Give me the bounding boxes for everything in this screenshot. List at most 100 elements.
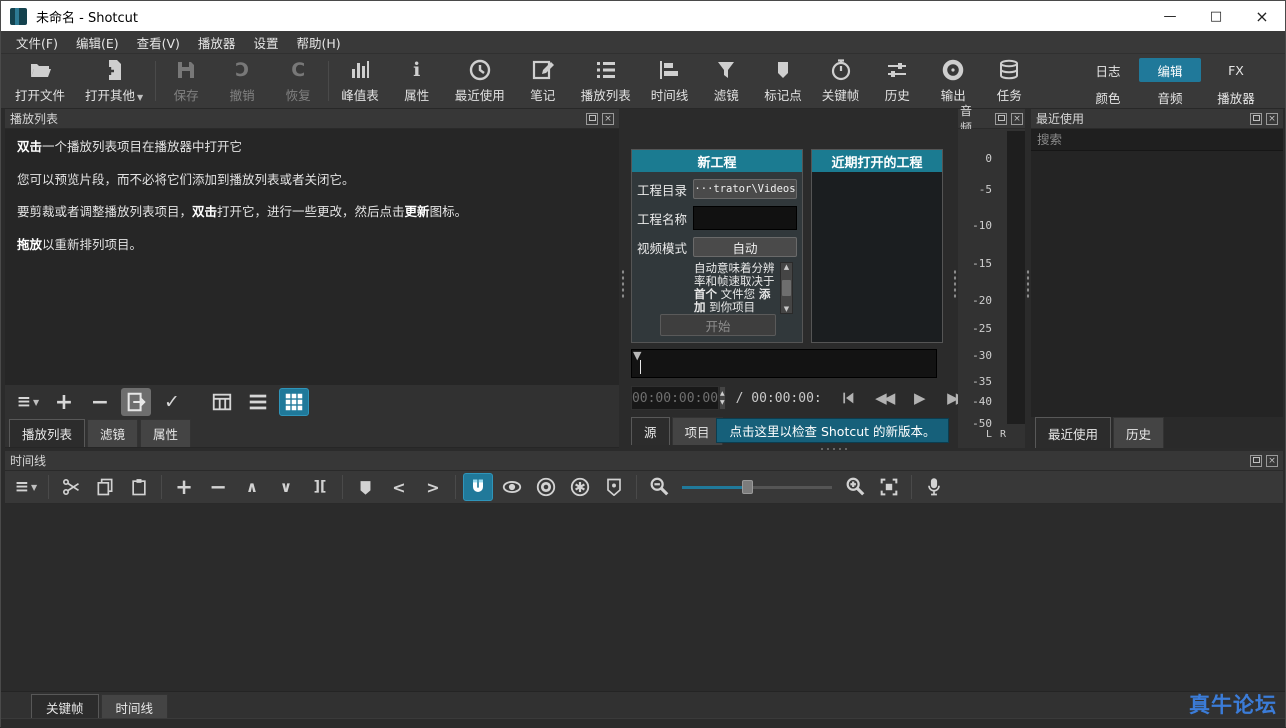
menu-help[interactable]: 帮助(H) bbox=[287, 30, 349, 55]
overwrite-button[interactable]: ∨ bbox=[271, 473, 301, 501]
undo-button[interactable]: Ɔ 撤销 bbox=[214, 55, 270, 107]
close-panel-icon[interactable]: × bbox=[1266, 113, 1278, 125]
menu-edit[interactable]: 编辑(E) bbox=[67, 30, 128, 55]
ripple-all-tracks-button[interactable] bbox=[565, 473, 595, 501]
export-button[interactable]: 输出 bbox=[925, 55, 981, 107]
previous-marker-button[interactable]: < bbox=[384, 473, 414, 501]
layout-logging-button[interactable]: 日志 bbox=[1077, 58, 1139, 82]
tab-project[interactable]: 项目 bbox=[672, 417, 723, 445]
markers-button[interactable]: 标记点 bbox=[754, 55, 812, 107]
menu-view[interactable]: 查看(V) bbox=[128, 30, 189, 55]
float-panel-icon[interactable] bbox=[1250, 113, 1262, 125]
copy-button[interactable] bbox=[90, 473, 120, 501]
close-panel-icon[interactable]: × bbox=[1011, 113, 1023, 125]
scrollbar-thumb[interactable] bbox=[782, 280, 791, 296]
layout-audio-button[interactable]: 音频 bbox=[1139, 85, 1201, 109]
splitter-grip[interactable] bbox=[953, 269, 957, 299]
recent-button[interactable]: 最近使用 bbox=[445, 55, 515, 107]
update-notification-button[interactable]: 点击这里以检查 Shotcut 的新版本。 bbox=[716, 418, 949, 443]
scroll-down-icon[interactable]: ▼ bbox=[784, 305, 789, 313]
timeline-zoom-slider[interactable] bbox=[682, 473, 832, 501]
keyframes-button[interactable]: 关键帧 bbox=[812, 55, 870, 107]
redo-button[interactable]: C 恢复 bbox=[270, 55, 326, 107]
layout-editing-button[interactable]: 编辑 bbox=[1139, 58, 1201, 82]
tab-history[interactable]: 历史 bbox=[1113, 417, 1164, 448]
split-button[interactable]: ][ bbox=[305, 473, 335, 501]
zoom-in-button[interactable] bbox=[840, 473, 870, 501]
open-file-button[interactable]: 打开文件 bbox=[5, 55, 75, 107]
zoom-out-button[interactable] bbox=[644, 473, 674, 501]
tab-source[interactable]: 源 bbox=[631, 417, 670, 445]
record-audio-button[interactable] bbox=[919, 473, 949, 501]
create-marker-button[interactable] bbox=[350, 473, 380, 501]
tab-filters[interactable]: 滤镜 bbox=[87, 419, 138, 447]
playlist-open-button[interactable] bbox=[121, 388, 151, 416]
filters-button[interactable]: 滤镜 bbox=[698, 55, 754, 107]
video-mode-button[interactable]: 自动 bbox=[693, 237, 797, 257]
menu-file[interactable]: 文件(F) bbox=[7, 30, 67, 55]
playlist-update-button[interactable]: ✓ bbox=[157, 388, 187, 416]
jobs-button[interactable]: 任务 bbox=[981, 55, 1037, 107]
save-button[interactable]: 保存 bbox=[158, 55, 214, 107]
layout-player-button[interactable]: 播放器 bbox=[1201, 85, 1271, 109]
tab-recent[interactable]: 最近使用 bbox=[1035, 417, 1111, 448]
rewind-button[interactable]: ◀◀ bbox=[872, 388, 896, 408]
properties-button[interactable]: i 属性 bbox=[389, 55, 445, 107]
cut-button[interactable] bbox=[56, 473, 86, 501]
skip-to-start-button[interactable] bbox=[836, 388, 860, 408]
lift-button[interactable]: ∧ bbox=[237, 473, 267, 501]
ripple-delete-button[interactable]: − bbox=[203, 473, 233, 501]
maximize-button[interactable]: □ bbox=[1193, 1, 1239, 31]
hint-scrollbar[interactable]: ▲ ▼ bbox=[780, 262, 793, 314]
ripple-markers-button[interactable] bbox=[599, 473, 629, 501]
tab-properties[interactable]: 属性 bbox=[140, 419, 191, 447]
timecode-spinner[interactable]: ▲ ▼ bbox=[719, 386, 726, 410]
scrub-while-dragging-button[interactable] bbox=[497, 473, 527, 501]
playlist-button[interactable]: 播放列表 bbox=[571, 55, 641, 107]
timeline-tracks-area[interactable] bbox=[5, 504, 1283, 691]
seek-bar[interactable]: ▼ bbox=[631, 349, 937, 378]
tab-keyframes[interactable]: 关键帧 bbox=[31, 694, 99, 720]
current-timecode[interactable]: 00:00:00:00 bbox=[631, 386, 719, 410]
splitter-grip[interactable] bbox=[1026, 269, 1030, 299]
project-name-input[interactable] bbox=[693, 206, 797, 230]
append-button[interactable]: + bbox=[169, 473, 199, 501]
float-panel-icon[interactable] bbox=[586, 113, 598, 125]
project-folder-button[interactable]: ···trator\Videos bbox=[693, 179, 797, 199]
float-panel-icon[interactable] bbox=[1250, 455, 1262, 467]
playlist-remove-button[interactable]: − bbox=[85, 388, 115, 416]
ripple-toggle-button[interactable] bbox=[531, 473, 561, 501]
playlist-menu-button[interactable]: ≡▼ bbox=[13, 388, 43, 416]
start-button[interactable]: 开始 bbox=[660, 314, 776, 336]
slider-thumb[interactable] bbox=[742, 480, 753, 494]
recent-projects-list[interactable] bbox=[812, 172, 942, 342]
close-button[interactable]: × bbox=[1239, 1, 1285, 31]
splitter-grip[interactable] bbox=[621, 269, 625, 299]
recent-files-list[interactable] bbox=[1031, 151, 1283, 417]
timeline-button[interactable]: 时间线 bbox=[641, 55, 699, 107]
minimize-button[interactable]: — bbox=[1147, 1, 1193, 31]
scroll-up-icon[interactable]: ▲ bbox=[784, 263, 789, 271]
playlist-append-button[interactable]: + bbox=[49, 388, 79, 416]
float-panel-icon[interactable] bbox=[995, 113, 1007, 125]
view-details-button[interactable] bbox=[207, 388, 237, 416]
search-input[interactable] bbox=[1031, 129, 1283, 150]
paste-button[interactable] bbox=[124, 473, 154, 501]
menu-player[interactable]: 播放器 bbox=[189, 30, 245, 55]
close-panel-icon[interactable]: × bbox=[602, 113, 614, 125]
layout-fx-button[interactable]: FX bbox=[1201, 58, 1271, 82]
history-button[interactable]: 历史 bbox=[869, 55, 925, 107]
zoom-fit-button[interactable] bbox=[874, 473, 904, 501]
play-button[interactable]: ▶ bbox=[908, 388, 932, 408]
close-panel-icon[interactable]: × bbox=[1266, 455, 1278, 467]
snap-toggle-button[interactable] bbox=[463, 473, 493, 501]
menu-settings[interactable]: 设置 bbox=[244, 30, 287, 55]
view-tiles-button[interactable] bbox=[243, 388, 273, 416]
notes-button[interactable]: 笔记 bbox=[515, 55, 571, 107]
tab-playlist[interactable]: 播放列表 bbox=[9, 419, 85, 447]
tab-timeline[interactable]: 时间线 bbox=[101, 694, 169, 720]
peak-meter-button[interactable]: 峰值表 bbox=[331, 55, 389, 107]
view-icons-button[interactable] bbox=[279, 388, 309, 416]
next-marker-button[interactable]: > bbox=[418, 473, 448, 501]
open-other-button[interactable]: 打开其他▼ bbox=[75, 55, 153, 107]
